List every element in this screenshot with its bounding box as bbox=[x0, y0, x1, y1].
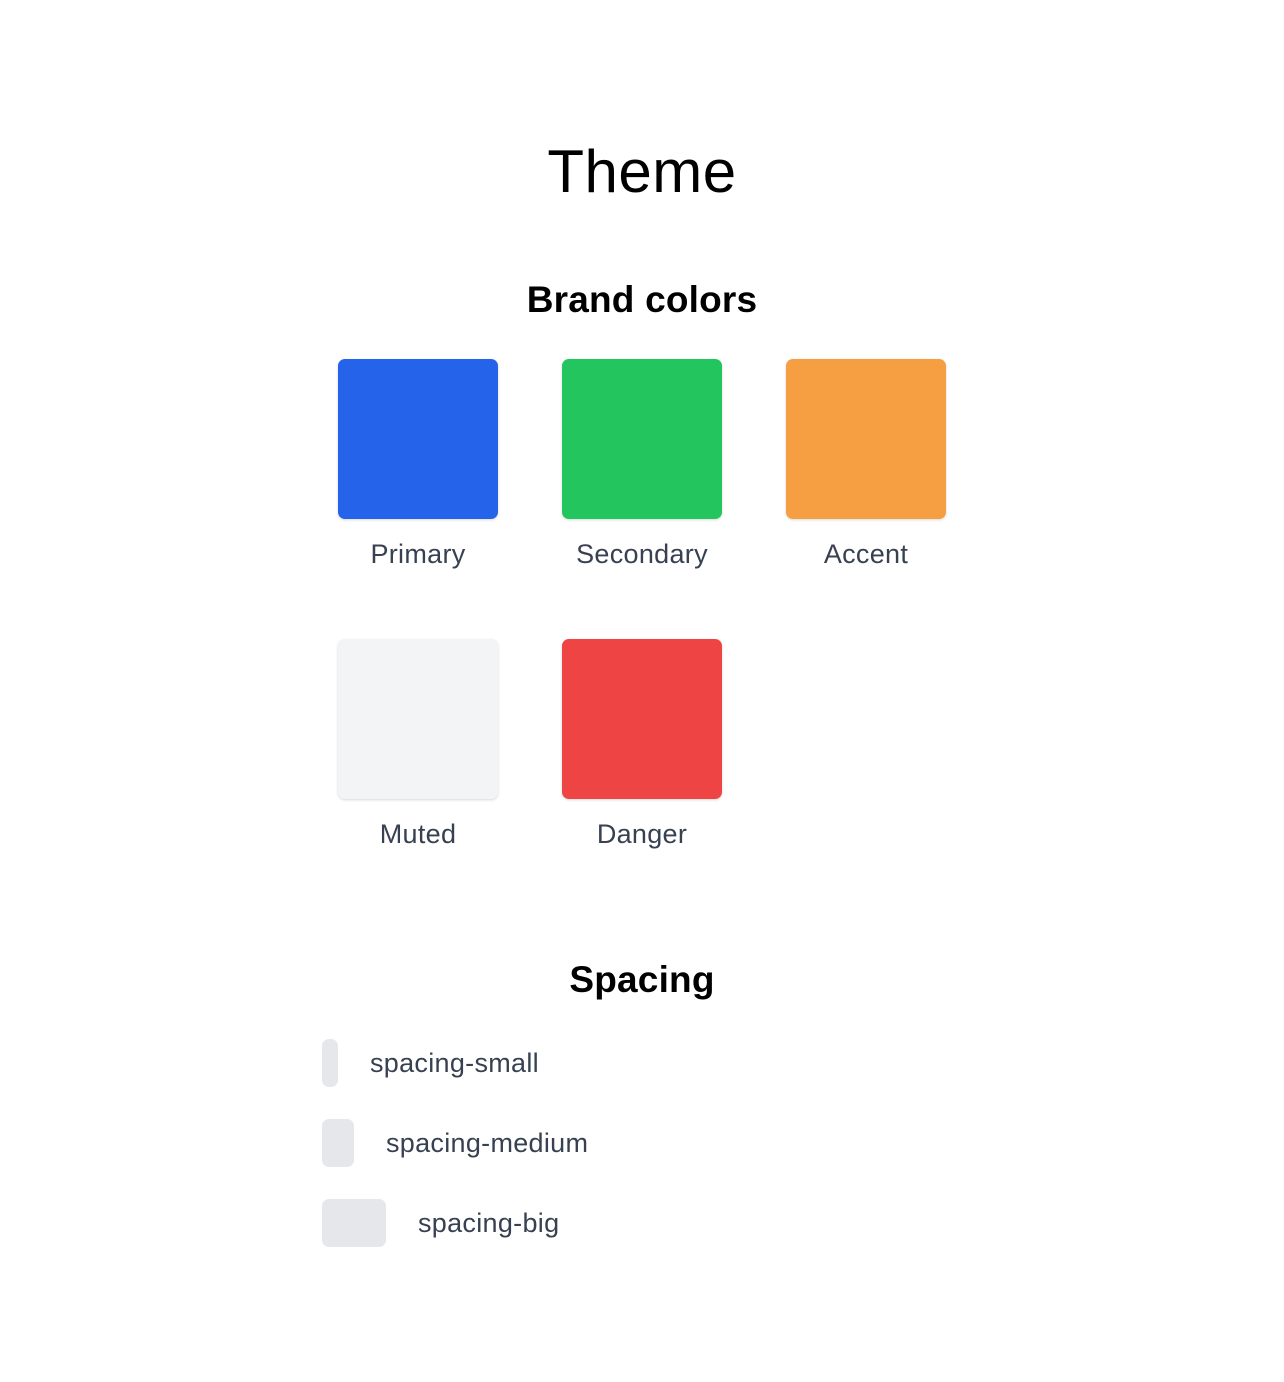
page-title: Theme bbox=[547, 138, 737, 205]
swatch-label-danger: Danger bbox=[596, 819, 688, 849]
spacing-label-big: spacing-big bbox=[418, 1208, 560, 1238]
spacing-bar-medium bbox=[322, 1119, 354, 1167]
brand-colors-heading: Brand colors bbox=[526, 279, 758, 320]
spacing-heading: Spacing bbox=[569, 959, 715, 1000]
spacing-row-big: spacing-big bbox=[322, 1199, 962, 1247]
spacing-bar-small bbox=[322, 1039, 338, 1087]
swatch-card-secondary: Secondary bbox=[562, 359, 722, 569]
spacing-row-medium: spacing-medium bbox=[322, 1119, 962, 1167]
swatch-primary bbox=[338, 359, 498, 519]
swatch-label-primary: Primary bbox=[370, 539, 466, 569]
swatch-accent bbox=[786, 359, 946, 519]
swatch-danger bbox=[562, 639, 722, 799]
swatch-label-secondary: Secondary bbox=[576, 539, 708, 569]
swatch-muted bbox=[338, 639, 498, 799]
swatch-secondary bbox=[562, 359, 722, 519]
theme-page: Theme Brand colors Primary Secondary Acc… bbox=[0, 0, 1284, 1382]
spacing-label-small: spacing-small bbox=[370, 1048, 539, 1078]
swatch-card-primary: Primary bbox=[338, 359, 498, 569]
spacing-label-medium: spacing-medium bbox=[386, 1128, 589, 1158]
brand-color-grid: Primary Secondary Accent Muted Danger bbox=[338, 359, 946, 849]
spacing-row-small: spacing-small bbox=[322, 1039, 962, 1087]
spacing-list: spacing-small spacing-medium spacing-big bbox=[322, 1039, 962, 1279]
swatch-card-danger: Danger bbox=[562, 639, 722, 849]
swatch-card-accent: Accent bbox=[786, 359, 946, 569]
swatch-card-muted: Muted bbox=[338, 639, 498, 849]
swatch-label-muted: Muted bbox=[379, 819, 457, 849]
swatch-label-accent: Accent bbox=[823, 539, 909, 569]
spacing-bar-big bbox=[322, 1199, 386, 1247]
